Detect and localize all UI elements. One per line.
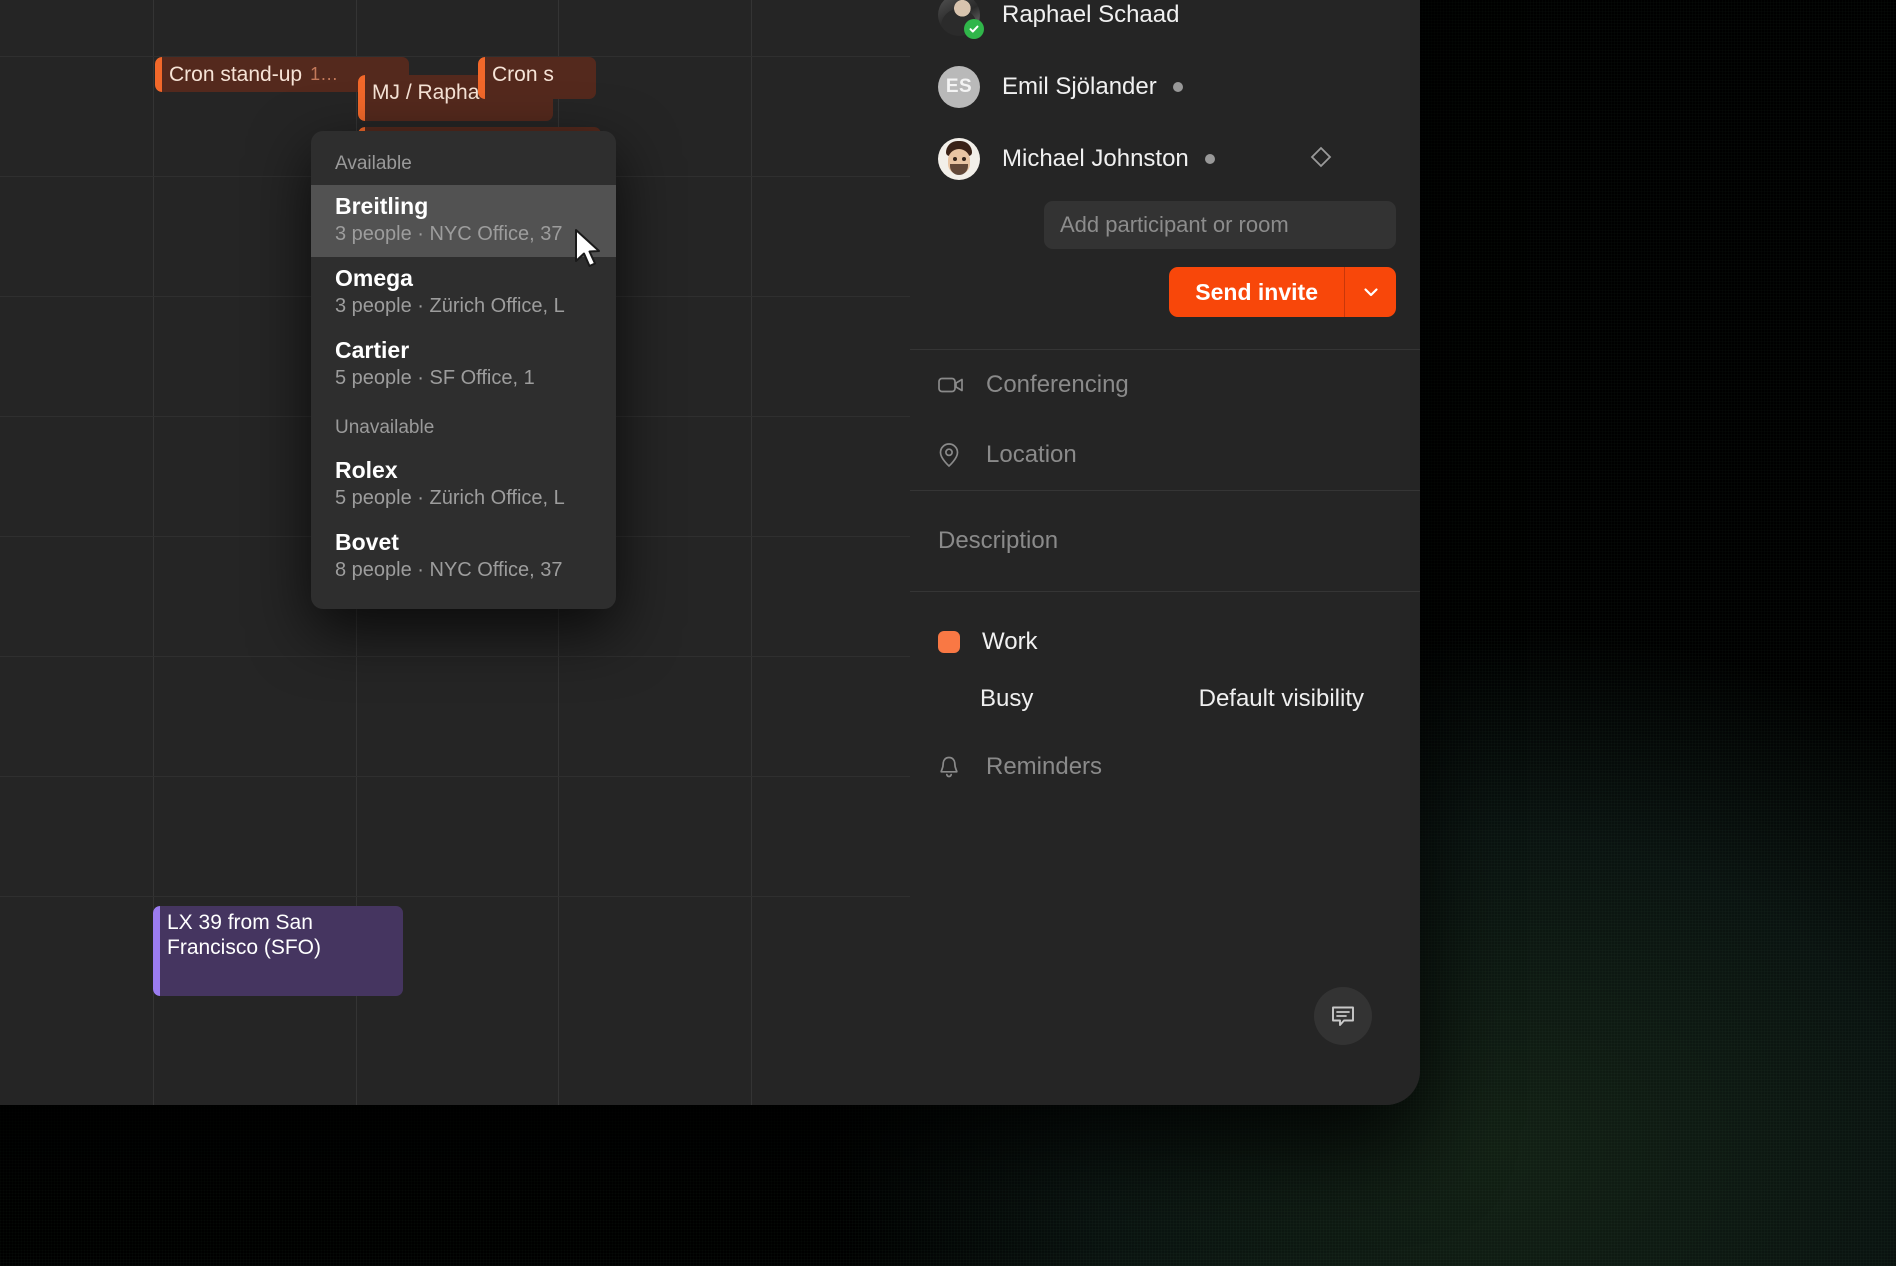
send-invite-chevron-down-icon[interactable]	[1344, 267, 1396, 317]
reminders-row[interactable]: Reminders	[910, 732, 1420, 802]
accepted-check-icon	[964, 19, 984, 39]
participant-row[interactable]: ES Emil Sjölander	[910, 51, 1420, 123]
busy-status: Busy	[980, 685, 1033, 713]
room-name: Rolex	[335, 455, 592, 485]
memoji-eye	[953, 157, 957, 161]
pending-status-dot	[1205, 154, 1215, 164]
calendar-category-row[interactable]: Work	[910, 618, 1420, 666]
add-participant-input[interactable]	[1044, 201, 1396, 249]
room-option-bovet[interactable]: Bovet 8 people · NYC Office, 37	[311, 521, 616, 593]
room-group-heading: Unavailable	[311, 401, 616, 449]
send-invite-button[interactable]: Send invite	[1169, 267, 1344, 317]
event-title: LX 39 from San Francisco (SFO)	[167, 910, 394, 960]
calendar-category-block: Work Busy Default visibility Reminders	[910, 592, 1420, 812]
event-title: Cron s	[492, 61, 554, 88]
conferencing-label: Conferencing	[986, 371, 1129, 399]
location-label: Location	[986, 441, 1077, 469]
location-row[interactable]: Location	[910, 420, 1420, 490]
room-meta: 3 people · NYC Office, 37	[335, 221, 592, 248]
room-group-heading: Available	[311, 145, 616, 185]
room-meta: 5 people · Zürich Office, L	[335, 485, 592, 512]
video-camera-icon	[938, 375, 978, 395]
avatar	[938, 138, 980, 180]
calendar-hour-line	[0, 656, 910, 657]
category-label: Work	[982, 628, 1038, 656]
room-option-cartier[interactable]: Cartier 5 people · SF Office, 1	[311, 329, 616, 401]
participant-row[interactable]: Raphael Schaad	[910, 0, 1420, 51]
event-time: 1…	[310, 61, 338, 88]
calendar-event[interactable]: Cron s	[478, 57, 596, 99]
participant-name: Raphael Schaad	[1002, 1, 1179, 29]
room-name: Breitling	[335, 191, 592, 221]
event-detail-panel: All-day Time zone Repeat Raphael Schaad	[910, 0, 1420, 1105]
calendar-grid[interactable]: n stand-up 1… Cron stand-up 1… MJ / Raph…	[0, 0, 910, 1105]
chat-bubble-icon	[1329, 1002, 1357, 1030]
send-invite-group: Send invite	[910, 249, 1420, 343]
room-name: Bovet	[335, 527, 592, 557]
room-name: Omega	[335, 263, 592, 293]
calendar-hour-line	[0, 56, 910, 57]
participant-name: Michael Johnston	[1002, 145, 1189, 173]
participant-name: Emil Sjölander	[1002, 73, 1157, 101]
pending-status-dot	[1173, 82, 1183, 92]
bell-icon	[938, 755, 978, 779]
avatar: ES	[938, 66, 980, 108]
availability-row[interactable]: Busy Default visibility	[910, 666, 1420, 732]
map-pin-icon	[938, 442, 978, 468]
room-meta: 8 people · NYC Office, 37	[335, 557, 592, 584]
calendar-hour-line	[0, 776, 910, 777]
participant-row[interactable]: Michael Johnston	[910, 123, 1420, 195]
app-window: n stand-up 1… Cron stand-up 1… MJ / Raph…	[0, 0, 1420, 1105]
room-option-omega[interactable]: Omega 3 people · Zürich Office, L	[311, 257, 616, 329]
calendar-event-flight[interactable]: LX 39 from San Francisco (SFO)	[153, 906, 403, 996]
avatar-initials: ES	[938, 66, 980, 108]
room-meta: 3 people · Zürich Office, L	[335, 293, 592, 320]
participants-list: Raphael Schaad ES Emil Sjölander	[910, 0, 1420, 349]
avatar	[938, 0, 980, 36]
description-field[interactable]: Description	[910, 491, 1420, 591]
room-option-rolex[interactable]: Rolex 5 people · Zürich Office, L	[311, 449, 616, 521]
visibility-status: Default visibility	[1199, 685, 1364, 713]
event-title: Cron stand-up	[169, 61, 302, 88]
room-name: Cartier	[335, 335, 592, 365]
chat-bubble-button[interactable]	[1314, 987, 1372, 1045]
room-picker-popover[interactable]: Available Breitling 3 people · NYC Offic…	[311, 131, 616, 609]
calendar-column-divider	[751, 0, 752, 1105]
conferencing-row[interactable]: Conferencing	[910, 350, 1420, 420]
avatar-memoji	[938, 138, 980, 180]
optional-attendee-icon[interactable]	[1308, 144, 1334, 175]
reminders-label: Reminders	[986, 753, 1102, 781]
memoji-beard	[950, 164, 968, 175]
calendar-hour-line	[0, 896, 910, 897]
add-participant-row	[910, 195, 1420, 249]
memoji-eye	[962, 157, 966, 161]
category-color-swatch	[938, 631, 960, 653]
room-option-breitling[interactable]: Breitling 3 people · NYC Office, 37	[311, 185, 616, 257]
room-meta: 5 people · SF Office, 1	[335, 365, 592, 392]
